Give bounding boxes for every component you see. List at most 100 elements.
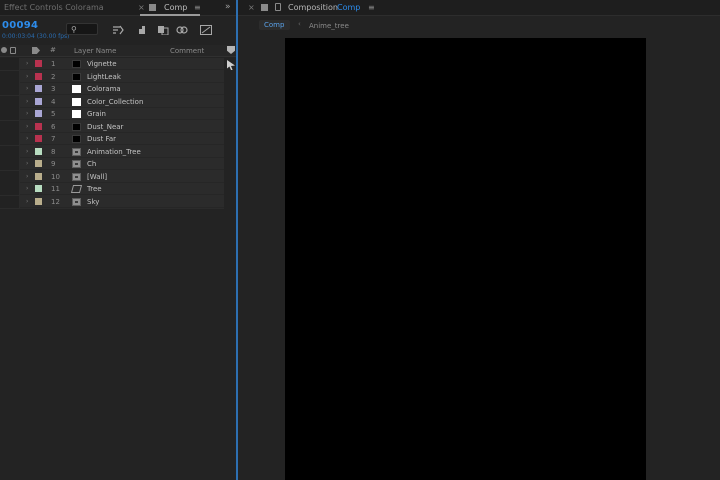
layer-number: 8 [51,147,56,156]
layer-name[interactable]: Dust_Near [87,123,123,131]
search-icon: ⚲ [71,25,77,34]
mouse-cursor-icon [227,60,235,70]
av-switches[interactable] [0,195,20,208]
breadcrumb-anime-tree[interactable]: Anime_tree [309,22,349,30]
panel-menu-icon[interactable]: ≡ [194,3,201,12]
draft-3d-icon[interactable] [112,25,124,35]
composition-icon [261,4,268,11]
layer-number: 12 [51,197,60,206]
number-column-header[interactable]: # [50,46,56,54]
motion-blur-icon[interactable] [176,25,188,35]
expand-caret-icon[interactable]: › [26,110,28,117]
label-color-swatch[interactable] [35,85,42,92]
av-switches[interactable] [0,145,20,158]
solid-layer-icon [72,85,81,93]
av-switches[interactable] [0,158,20,170]
expand-caret-icon[interactable]: › [26,148,28,155]
label-column-icon [32,47,40,54]
layer-search-input[interactable]: ⚲ [66,23,98,35]
label-color-swatch[interactable] [35,172,42,180]
current-time-display[interactable]: 00094 [2,20,38,31]
expand-caret-icon[interactable]: › [26,85,28,92]
label-color-swatch[interactable] [35,72,42,80]
layer-name[interactable]: Sky [87,198,99,206]
layer-number: 5 [51,110,56,118]
expand-caret-icon[interactable]: › [26,173,28,180]
precomp-icon [72,160,81,168]
label-color-swatch[interactable] [35,197,42,205]
layer-row[interactable]: › 1 Vignette [0,58,224,70]
layer-name[interactable]: Vignette [87,60,117,68]
expand-caret-icon[interactable]: › [26,160,28,167]
label-color-swatch[interactable] [35,185,42,192]
av-switches[interactable] [0,108,20,120]
expand-caret-icon[interactable]: › [26,135,28,142]
expand-caret-icon[interactable]: › [26,98,28,105]
time-navigator-icon[interactable] [227,46,235,54]
layer-row[interactable]: › 11 Tree [0,183,224,195]
layer-name-column-header[interactable]: Layer Name [74,47,116,55]
frame-blending-icon[interactable] [157,25,169,35]
label-color-swatch[interactable] [35,110,42,117]
label-color-swatch[interactable] [35,122,42,130]
layer-number: 9 [51,160,56,168]
label-color-swatch[interactable] [35,97,42,105]
layer-name[interactable]: Color_Collection [87,98,143,106]
layer-name[interactable]: Dust Far [87,135,116,143]
layer-name[interactable]: Animation_Tree [87,148,141,156]
lock-icon[interactable] [275,3,281,11]
layer-row[interactable]: › 8 Animation_Tree [0,145,224,158]
layer-name[interactable]: Ch [87,160,96,168]
layer-name[interactable]: LightLeak [87,73,121,81]
layer-row[interactable]: › 3 Colorama [0,83,224,95]
layer-list-empty-area [0,209,236,480]
panel-menu-icon[interactable]: ≡ [368,3,375,12]
solid-layer-icon [72,135,81,143]
label-color-swatch[interactable] [35,60,42,67]
layer-row[interactable]: › 2 LightLeak [0,70,224,83]
breadcrumb-comp[interactable]: Comp [259,20,291,30]
label-color-swatch[interactable] [35,135,42,142]
av-switches[interactable] [0,95,20,108]
layer-row[interactable]: › 9 Ch [0,158,224,170]
label-color-swatch[interactable] [35,147,42,155]
graph-editor-icon[interactable] [200,25,212,35]
layer-row[interactable]: › 5 Grain [0,108,224,120]
tab-close-icon[interactable]: × [248,3,255,12]
comment-column-header[interactable]: Comment [170,47,204,55]
shy-layers-icon[interactable] [137,25,149,35]
tab-composition[interactable]: Composition [288,3,338,12]
expand-panels-icon[interactable]: » [225,2,231,12]
layer-number: 4 [51,97,56,106]
av-switches[interactable] [0,70,20,83]
solid-layer-icon [72,110,81,118]
av-switches[interactable] [0,58,20,70]
av-switches[interactable] [0,83,20,95]
composition-viewer[interactable] [285,38,646,480]
av-switches[interactable] [0,183,20,195]
expand-caret-icon[interactable]: › [26,198,28,205]
layer-row[interactable]: › 10 [Wall] [0,170,224,183]
layer-name[interactable]: Grain [87,110,106,118]
tab-effect-controls[interactable]: Effect Controls Colorama [4,3,104,12]
expand-caret-icon[interactable]: › [26,123,28,130]
layer-row[interactable]: › 12 Sky [0,195,224,208]
av-switches[interactable] [0,170,20,183]
layer-row[interactable]: › 4 Color_Collection [0,95,224,108]
precomp-icon [72,172,81,181]
layer-name[interactable]: Tree [87,185,102,193]
layer-column-header: # Layer Name Comment [0,45,236,57]
av-switches[interactable] [0,120,20,133]
expand-caret-icon[interactable]: › [26,60,28,67]
label-color-swatch[interactable] [35,160,42,167]
expand-caret-icon[interactable]: › [26,73,28,80]
tab-close-icon[interactable]: × [138,3,145,12]
layer-name[interactable]: Colorama [87,85,121,93]
av-switches[interactable] [0,133,20,145]
layer-row[interactable]: › 6 Dust_Near [0,120,224,133]
layer-row[interactable]: › 7 Dust Far [0,133,224,145]
tab-timeline-comp[interactable]: Comp [164,3,187,12]
layer-name[interactable]: [Wall] [87,173,107,181]
expand-caret-icon[interactable]: › [26,185,28,192]
tab-composition-name[interactable]: Comp [337,3,360,12]
